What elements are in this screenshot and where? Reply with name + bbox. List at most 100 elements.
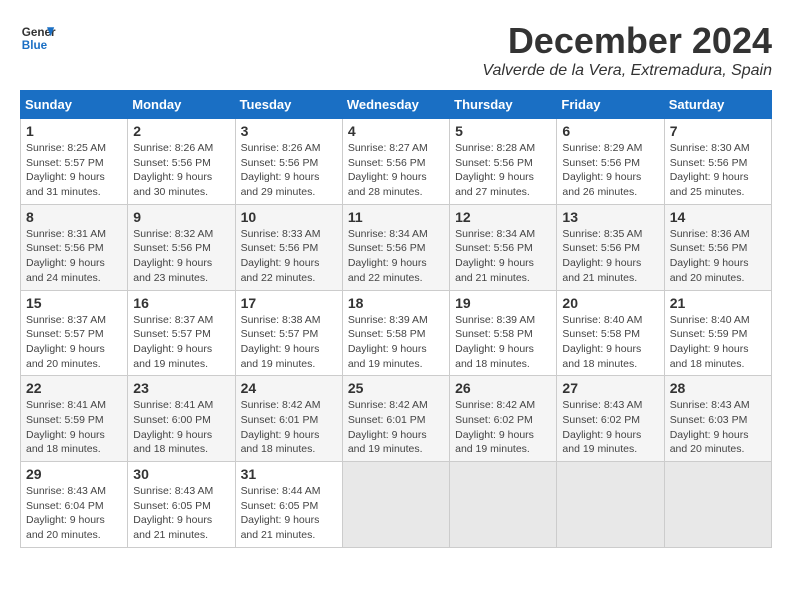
calendar-cell: 7 Sunrise: 8:30 AMSunset: 5:56 PMDaylight… (664, 119, 771, 205)
calendar-cell: 31Sunrise: 8:44 AMSunset: 6:05 PMDayligh… (235, 462, 342, 548)
day-number: 27 (562, 380, 658, 396)
day-number: 7 (670, 123, 766, 139)
day-info: Sunrise: 8:42 AMSunset: 6:01 PMDaylight:… (348, 398, 444, 457)
day-number: 10 (241, 209, 337, 225)
calendar-week-1: 1 Sunrise: 8:25 AMSunset: 5:57 PMDaylight… (21, 119, 772, 205)
day-header-sunday: Sunday (21, 91, 128, 119)
calendar-cell (450, 462, 557, 548)
calendar-week-3: 15 Sunrise: 8:37 AMSunset: 5:57 PMDayligh… (21, 290, 772, 376)
day-header-monday: Monday (128, 91, 235, 119)
calendar-cell: 20 Sunrise: 8:40 AMSunset: 5:58 PMDayligh… (557, 290, 664, 376)
calendar-cell: 8 Sunrise: 8:31 AMSunset: 5:56 PMDaylight… (21, 204, 128, 290)
calendar-week-5: 29Sunrise: 8:43 AMSunset: 6:04 PMDayligh… (21, 462, 772, 548)
day-info: Sunrise: 8:40 AMSunset: 5:58 PMDaylight:… (562, 313, 658, 372)
day-info: Sunrise: 8:30 AMSunset: 5:56 PMDaylight:… (670, 141, 766, 200)
page-header: General Blue December 2024 Valverde de l… (20, 20, 772, 80)
day-number: 24 (241, 380, 337, 396)
day-info: Sunrise: 8:38 AMSunset: 5:57 PMDaylight:… (241, 313, 337, 372)
day-info: Sunrise: 8:25 AMSunset: 5:57 PMDaylight:… (26, 141, 122, 200)
calendar-cell: 23Sunrise: 8:41 AMSunset: 6:00 PMDayligh… (128, 376, 235, 462)
day-info: Sunrise: 8:39 AMSunset: 5:58 PMDaylight:… (455, 313, 551, 372)
day-header-friday: Friday (557, 91, 664, 119)
calendar-cell: 27 Sunrise: 8:43 AMSunset: 6:02 PMDayligh… (557, 376, 664, 462)
calendar-cell (557, 462, 664, 548)
day-info: Sunrise: 8:29 AMSunset: 5:56 PMDaylight:… (562, 141, 658, 200)
day-number: 17 (241, 295, 337, 311)
day-number: 23 (133, 380, 229, 396)
calendar-cell: 24 Sunrise: 8:42 AMSunset: 6:01 PMDayligh… (235, 376, 342, 462)
day-info: Sunrise: 8:35 AMSunset: 5:56 PMDaylight:… (562, 227, 658, 286)
calendar-cell: 13 Sunrise: 8:35 AMSunset: 5:56 PMDayligh… (557, 204, 664, 290)
logo-icon: General Blue (20, 20, 56, 56)
day-info: Sunrise: 8:34 AMSunset: 5:56 PMDaylight:… (348, 227, 444, 286)
calendar-cell: 11 Sunrise: 8:34 AMSunset: 5:56 PMDayligh… (342, 204, 449, 290)
calendar-cell: 4 Sunrise: 8:27 AMSunset: 5:56 PMDaylight… (342, 119, 449, 205)
day-number: 8 (26, 209, 122, 225)
day-number: 9 (133, 209, 229, 225)
day-number: 22 (26, 380, 122, 396)
day-number: 15 (26, 295, 122, 311)
day-number: 14 (670, 209, 766, 225)
day-header-wednesday: Wednesday (342, 91, 449, 119)
calendar-cell: 3 Sunrise: 8:26 AMSunset: 5:56 PMDaylight… (235, 119, 342, 205)
day-header-thursday: Thursday (450, 91, 557, 119)
calendar-cell: 18 Sunrise: 8:39 AMSunset: 5:58 PMDayligh… (342, 290, 449, 376)
day-info: Sunrise: 8:36 AMSunset: 5:56 PMDaylight:… (670, 227, 766, 286)
calendar-cell: 22 Sunrise: 8:41 AMSunset: 5:59 PMDayligh… (21, 376, 128, 462)
day-header-tuesday: Tuesday (235, 91, 342, 119)
day-number: 28 (670, 380, 766, 396)
day-info: Sunrise: 8:42 AMSunset: 6:02 PMDaylight:… (455, 398, 551, 457)
day-info: Sunrise: 8:42 AMSunset: 6:01 PMDaylight:… (241, 398, 337, 457)
calendar-cell: 25 Sunrise: 8:42 AMSunset: 6:01 PMDayligh… (342, 376, 449, 462)
day-info: Sunrise: 8:28 AMSunset: 5:56 PMDaylight:… (455, 141, 551, 200)
day-info: Sunrise: 8:43 AMSunset: 6:05 PMDaylight:… (133, 484, 229, 543)
day-number: 5 (455, 123, 551, 139)
day-info: Sunrise: 8:32 AMSunset: 5:56 PMDaylight:… (133, 227, 229, 286)
day-number: 3 (241, 123, 337, 139)
calendar-cell (342, 462, 449, 548)
calendar-table: SundayMondayTuesdayWednesdayThursdayFrid… (20, 90, 772, 548)
day-info: Sunrise: 8:43 AMSunset: 6:02 PMDaylight:… (562, 398, 658, 457)
day-number: 11 (348, 209, 444, 225)
day-number: 30 (133, 466, 229, 482)
day-info: Sunrise: 8:26 AMSunset: 5:56 PMDaylight:… (241, 141, 337, 200)
day-number: 13 (562, 209, 658, 225)
day-number: 26 (455, 380, 551, 396)
calendar-cell: 29Sunrise: 8:43 AMSunset: 6:04 PMDayligh… (21, 462, 128, 548)
calendar-cell: 16Sunrise: 8:37 AMSunset: 5:57 PMDayligh… (128, 290, 235, 376)
day-number: 19 (455, 295, 551, 311)
calendar-cell: 28Sunrise: 8:43 AMSunset: 6:03 PMDayligh… (664, 376, 771, 462)
logo: General Blue (20, 20, 56, 56)
calendar-cell (664, 462, 771, 548)
calendar-week-4: 22 Sunrise: 8:41 AMSunset: 5:59 PMDayligh… (21, 376, 772, 462)
title-area: December 2024 Valverde de la Vera, Extre… (482, 20, 772, 80)
day-info: Sunrise: 8:31 AMSunset: 5:56 PMDaylight:… (26, 227, 122, 286)
day-number: 31 (241, 466, 337, 482)
day-info: Sunrise: 8:34 AMSunset: 5:56 PMDaylight:… (455, 227, 551, 286)
location-title: Valverde de la Vera, Extremadura, Spain (482, 62, 772, 80)
day-number: 25 (348, 380, 444, 396)
day-number: 4 (348, 123, 444, 139)
day-info: Sunrise: 8:37 AMSunset: 5:57 PMDaylight:… (26, 313, 122, 372)
day-number: 1 (26, 123, 122, 139)
calendar-cell: 19 Sunrise: 8:39 AMSunset: 5:58 PMDayligh… (450, 290, 557, 376)
day-number: 16 (133, 295, 229, 311)
day-number: 21 (670, 295, 766, 311)
day-number: 2 (133, 123, 229, 139)
calendar-cell: 6Sunrise: 8:29 AMSunset: 5:56 PMDaylight… (557, 119, 664, 205)
day-info: Sunrise: 8:27 AMSunset: 5:56 PMDaylight:… (348, 141, 444, 200)
day-info: Sunrise: 8:33 AMSunset: 5:56 PMDaylight:… (241, 227, 337, 286)
day-info: Sunrise: 8:39 AMSunset: 5:58 PMDaylight:… (348, 313, 444, 372)
calendar-cell: 10 Sunrise: 8:33 AMSunset: 5:56 PMDayligh… (235, 204, 342, 290)
day-number: 18 (348, 295, 444, 311)
calendar-cell: 5 Sunrise: 8:28 AMSunset: 5:56 PMDaylight… (450, 119, 557, 205)
calendar-cell: 30 Sunrise: 8:43 AMSunset: 6:05 PMDayligh… (128, 462, 235, 548)
day-header-saturday: Saturday (664, 91, 771, 119)
calendar-cell: 21 Sunrise: 8:40 AMSunset: 5:59 PMDayligh… (664, 290, 771, 376)
day-info: Sunrise: 8:41 AMSunset: 5:59 PMDaylight:… (26, 398, 122, 457)
day-number: 29 (26, 466, 122, 482)
calendar-cell: 2Sunrise: 8:26 AMSunset: 5:56 PMDaylight… (128, 119, 235, 205)
day-number: 20 (562, 295, 658, 311)
day-info: Sunrise: 8:40 AMSunset: 5:59 PMDaylight:… (670, 313, 766, 372)
calendar-cell: 12Sunrise: 8:34 AMSunset: 5:56 PMDayligh… (450, 204, 557, 290)
